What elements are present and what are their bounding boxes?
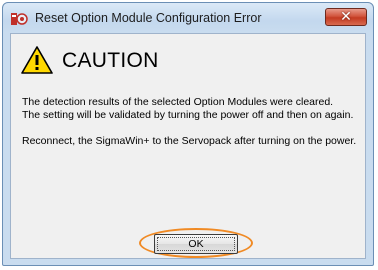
title-bar[interactable]: Reset Option Module Configuration Error … xyxy=(3,3,373,33)
servo-app-icon xyxy=(11,13,28,25)
caution-heading: CAUTION xyxy=(62,49,159,72)
message-line-1: The detection results of the selected Op… xyxy=(22,96,334,108)
close-button[interactable]: ✕ xyxy=(325,8,367,26)
ok-button-label: OK xyxy=(188,238,204,250)
dialog-body: CAUTION The detection results of the sel… xyxy=(10,33,366,259)
dialog-title: Reset Option Module Configuration Error xyxy=(35,11,262,25)
ok-button[interactable]: OK xyxy=(154,234,238,254)
message-line-3: Reconnect, the SigmaWin+ to the Servopac… xyxy=(22,135,357,147)
dialog-window: Reset Option Module Configuration Error … xyxy=(2,2,374,266)
message-text: The detection results of the selected Op… xyxy=(22,96,358,148)
close-icon: ✕ xyxy=(340,8,352,24)
message-line-2: The setting will be validated by turning… xyxy=(22,109,354,121)
warning-triangle-icon xyxy=(21,46,53,74)
